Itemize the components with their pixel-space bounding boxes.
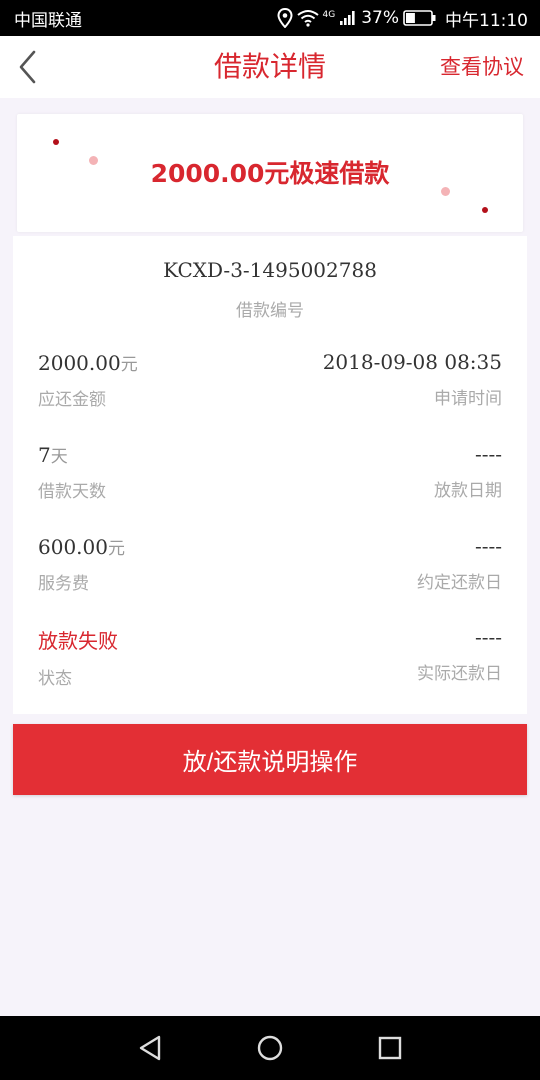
decor-dot bbox=[482, 207, 488, 213]
network-type: 4G bbox=[322, 9, 336, 20]
loan-details-card: KCXD-3-1495002788 借款编号 2000.00元 应还金额 201… bbox=[13, 236, 527, 714]
battery-icon bbox=[403, 10, 436, 26]
back-triangle-icon bbox=[139, 1035, 161, 1061]
system-nav-bar bbox=[0, 1016, 540, 1080]
service-fee-label: 服务费 bbox=[38, 574, 89, 594]
actual-repay-date-value: ---- bbox=[474, 625, 502, 649]
agreed-repay-date-label: 约定还款日 bbox=[417, 573, 502, 593]
battery-percent: 37% bbox=[361, 8, 399, 28]
apply-time-value: 2018-09-08 08:35 bbox=[322, 350, 502, 374]
carrier-name: 中国联通 bbox=[14, 10, 82, 31]
home-circle-icon bbox=[257, 1035, 283, 1061]
wifi-icon bbox=[296, 10, 319, 27]
loan-days-label: 借款天数 bbox=[38, 482, 106, 502]
loan-days-value: 7天 bbox=[38, 443, 68, 467]
system-back-button[interactable] bbox=[135, 1033, 165, 1063]
service-fee-cell: 600.00元 服务费 bbox=[38, 534, 125, 594]
recents-square-icon bbox=[378, 1036, 402, 1060]
chevron-left-icon bbox=[19, 50, 36, 84]
loan-days-cell: 7天 借款天数 bbox=[38, 442, 106, 502]
apply-time-cell: 2018-09-08 08:35 申请时间 bbox=[323, 350, 502, 409]
due-amount-label: 应还金额 bbox=[38, 390, 106, 410]
nav-header: 借款详情 查看协议 bbox=[0, 36, 540, 98]
repayment-instructions-button[interactable]: 放/还款说明操作 bbox=[13, 724, 527, 795]
status-icons: 4G 37% 中午11:10 bbox=[276, 6, 528, 31]
system-home-button[interactable] bbox=[255, 1033, 285, 1063]
status-value: 放款失败 bbox=[38, 629, 118, 653]
actual-repay-date-label: 实际还款日 bbox=[417, 664, 502, 684]
disburse-date-label: 放款日期 bbox=[434, 481, 502, 501]
days-unit: 天 bbox=[50, 447, 68, 467]
banner-title: 2000.00元极速借款 bbox=[150, 159, 390, 188]
disburse-date-cell: ---- 放款日期 bbox=[434, 442, 502, 501]
decor-dot bbox=[53, 139, 59, 145]
back-button[interactable] bbox=[8, 47, 48, 87]
view-agreement-link[interactable]: 查看协议 bbox=[440, 36, 524, 98]
apply-time-label: 申请时间 bbox=[434, 389, 502, 409]
loan-banner: 2000.00元极速借款 bbox=[17, 114, 523, 232]
service-fee-value: 600.00元 bbox=[38, 535, 125, 559]
agreed-repay-date-value: ---- bbox=[474, 534, 502, 558]
currency-unit: 元 bbox=[107, 539, 125, 559]
status-cell: 放款失败 状态 bbox=[38, 625, 118, 689]
system-recents-button[interactable] bbox=[375, 1033, 405, 1063]
loan-number-label: 借款编号 bbox=[236, 301, 304, 321]
signal-icon bbox=[340, 11, 355, 25]
status-label: 状态 bbox=[38, 669, 72, 689]
currency-unit: 元 bbox=[120, 355, 138, 375]
due-amount-value: 2000.00元 bbox=[38, 351, 138, 375]
status-bar: 中国联通 4G 37% 中午11:10 bbox=[0, 0, 540, 36]
location-icon bbox=[276, 8, 293, 28]
agreed-repay-date-cell: ---- 约定还款日 bbox=[417, 534, 502, 593]
due-amount-cell: 2000.00元 应还金额 bbox=[38, 350, 138, 410]
loan-number: KCXD-3-1495002788 bbox=[163, 258, 377, 282]
disburse-date-value: ---- bbox=[474, 442, 502, 466]
status-time: 中午11:10 bbox=[445, 10, 528, 31]
actual-repay-date-cell: ---- 实际还款日 bbox=[417, 625, 502, 684]
